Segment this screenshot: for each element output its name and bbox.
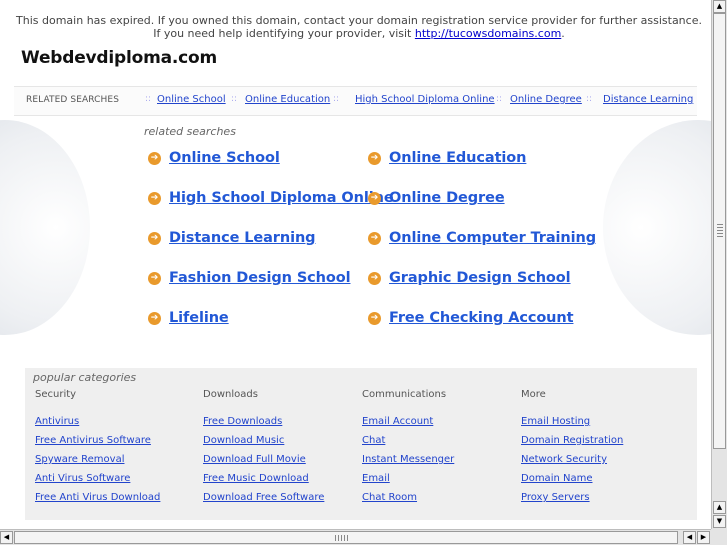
related-bar-link-distance-learning[interactable]: Distance Learning [603,94,693,105]
arrow-circle-icon: ➔ [148,311,161,325]
keyword-link[interactable]: ➔ Lifeline [148,310,229,326]
category-column-more: More Email Hosting Domain Registration N… [521,389,623,504]
category-link[interactable]: Antivirus [35,416,79,427]
notice-text: This domain has expired. If you owned th… [16,14,702,40]
scroll-left-arrow-icon[interactable]: ◀ [683,531,696,544]
arrow-circle-icon: ➔ [148,191,161,205]
arrow-circle-icon: ➔ [368,271,381,285]
category-link[interactable]: Domain Name [521,473,592,484]
category-link[interactable]: Email Account [362,416,433,427]
category-column-security: Security Antivirus Free Antivirus Softwa… [35,389,160,504]
arrow-circle-icon: ➔ [148,271,161,285]
keyword-link[interactable]: ➔ High School Diploma Online [148,190,394,206]
keyword-link[interactable]: ➔ Online School [148,150,280,166]
related-bar-link-online-degree[interactable]: Online Degree [510,94,582,105]
related-bar-link-high-school-diploma[interactable]: High School Diploma Online [355,94,495,105]
grip-icon [335,535,349,541]
category-link[interactable]: Instant Messenger [362,454,454,465]
scroll-right-arrow-icon[interactable]: ▶ [697,531,710,544]
category-link[interactable]: Domain Registration [521,435,623,446]
category-link[interactable]: Spyware Removal [35,454,124,465]
keyword-link[interactable]: ➔ Online Education [368,150,526,166]
category-link[interactable]: Anti Virus Software [35,473,130,484]
category-link[interactable]: Download Music [203,435,284,446]
horizontal-scrollbar[interactable]: ◀ ◀ ▶ [0,529,711,545]
decorative-globe-left [0,120,90,335]
site-title: Webdevdiploma.com [21,48,218,68]
related-bar-link-online-education[interactable]: Online Education [245,94,330,105]
keyword-link[interactable]: ➔ Online Computer Training [368,230,596,246]
category-link[interactable]: Free Downloads [203,416,282,427]
arrow-circle-icon: ➔ [368,231,381,245]
category-link[interactable]: Network Security [521,454,607,465]
category-link[interactable]: Chat Room [362,492,417,503]
separator: :: [496,94,503,104]
popular-categories-panel: popular categories Security Antivirus Fr… [25,368,697,520]
notice-suffix: . [561,27,565,40]
category-link[interactable]: Chat [362,435,385,446]
arrow-circle-icon: ➔ [368,151,381,165]
scrollbar-corner [711,529,727,545]
vertical-scrollbar[interactable]: ▲ ▲ ▼ [711,0,727,529]
category-header: Communications [362,389,447,400]
separator: :: [586,94,593,104]
horizontal-scroll-thumb[interactable] [14,531,678,544]
category-link[interactable]: Free Anti Virus Download [35,492,160,503]
related-bar-label: RELATED SEARCHES [26,95,120,105]
grip-icon [717,224,723,238]
related-searches-label: related searches [144,125,236,138]
vertical-scroll-thumb[interactable] [713,13,726,449]
category-link[interactable]: Proxy Servers [521,492,590,503]
category-link[interactable]: Download Free Software [203,492,324,503]
category-header: Security [35,389,77,400]
page-viewport: This domain has expired. If you owned th… [0,0,711,529]
related-searches-bar: RELATED SEARCHES :: Online School :: Onl… [14,86,697,116]
expired-notice: This domain has expired. If you owned th… [14,14,704,40]
keyword-link[interactable]: ➔ Distance Learning [148,230,316,246]
scroll-up-arrow-icon[interactable]: ▲ [713,501,726,514]
category-link[interactable]: Email Hosting [521,416,590,427]
category-column-downloads: Downloads Free Downloads Download Music … [203,389,324,504]
category-link[interactable]: Download Full Movie [203,454,306,465]
keyword-link[interactable]: ➔ Free Checking Account [368,310,574,326]
scroll-up-arrow-icon[interactable]: ▲ [713,0,726,13]
separator: :: [333,94,340,104]
keyword-link[interactable]: ➔ Online Degree [368,190,505,206]
arrow-circle-icon: ➔ [368,311,381,325]
keyword-link[interactable]: ➔ Graphic Design School [368,270,571,286]
popular-categories-label: popular categories [33,371,137,384]
separator: :: [145,94,152,104]
category-link[interactable]: Email [362,473,390,484]
arrow-circle-icon: ➔ [368,191,381,205]
separator: :: [231,94,238,104]
category-header: Downloads [203,389,258,400]
decorative-globe-right [603,120,711,335]
arrow-circle-icon: ➔ [148,151,161,165]
arrow-circle-icon: ➔ [148,231,161,245]
category-link[interactable]: Free Music Download [203,473,309,484]
registrar-link[interactable]: http://tucowsdomains.com [415,27,561,40]
scroll-down-arrow-icon[interactable]: ▼ [713,515,726,528]
keyword-link[interactable]: ➔ Fashion Design School [148,270,351,286]
category-header: More [521,389,546,400]
category-column-communications: Communications Email Account Chat Instan… [362,389,454,504]
category-link[interactable]: Free Antivirus Software [35,435,151,446]
related-bar-link-online-school[interactable]: Online School [157,94,226,105]
scroll-left-arrow-icon[interactable]: ◀ [0,531,13,544]
